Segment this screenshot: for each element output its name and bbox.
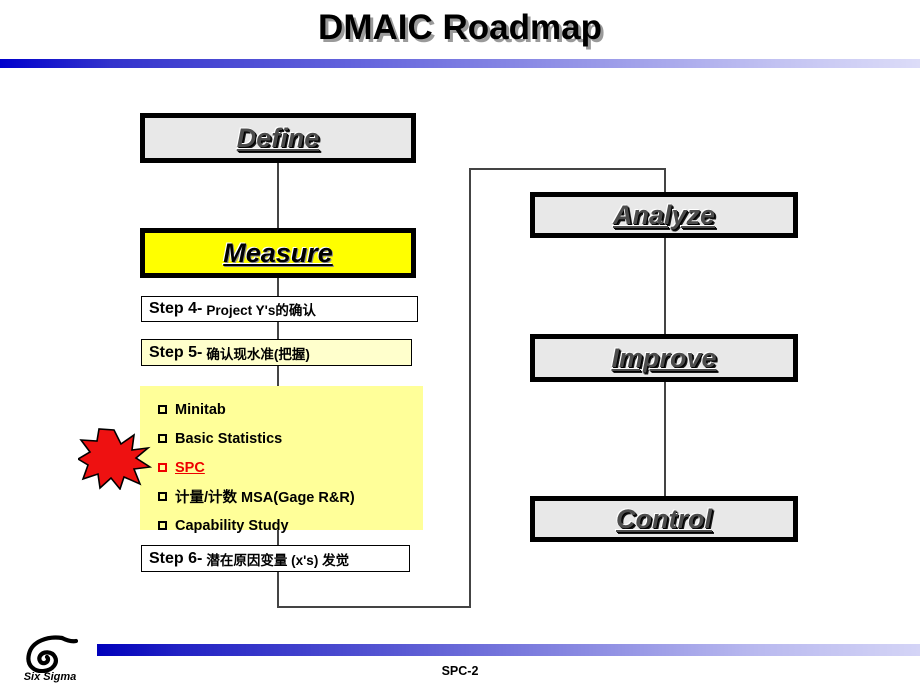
- phase-box-measure[interactable]: Measure: [140, 228, 416, 278]
- topic-label: Minitab: [175, 401, 226, 418]
- phase-label-improve: Improve: [611, 342, 717, 373]
- list-item[interactable]: Basic Statistics: [158, 425, 423, 452]
- list-item[interactable]: 计量/计数 MSA(Gage R&R): [158, 483, 423, 510]
- page-number-label: SPC-2: [441, 664, 479, 678]
- starburst-icon: [78, 428, 152, 490]
- step5-text: 确认现水准(把握): [206, 346, 310, 362]
- connector-step5-to-topics: [277, 366, 279, 386]
- connector-top-horizontal: [469, 168, 666, 170]
- step4-number: Step 4-: [149, 300, 203, 317]
- dmaic-roadmap-diagram: Define Measure Analyze Improve Control S…: [0, 0, 920, 690]
- topic-label: Basic Statistics: [175, 430, 283, 447]
- list-item[interactable]: Capability Study: [158, 512, 423, 539]
- connector-step6-down: [277, 572, 279, 608]
- step-box-step4[interactable]: Step 4- Project Y's的确认: [141, 296, 418, 322]
- connector-measure-to-step4: [277, 278, 279, 296]
- connector-step4-to-step5: [277, 322, 279, 339]
- step6-text: 潜在原因变量 (x's) 发觉: [206, 552, 350, 568]
- checkbox-square-icon: [158, 405, 167, 414]
- checkbox-square-icon: [158, 521, 167, 530]
- step5-number: Step 5-: [149, 343, 203, 361]
- checkbox-square-icon: [158, 463, 167, 472]
- connector-right-riser: [469, 168, 471, 608]
- connector-improve-to-control: [664, 382, 666, 496]
- topic-label: 计量/计数 MSA(Gage R&R): [175, 490, 355, 506]
- checkbox-square-icon: [158, 492, 167, 501]
- phase-label-define: Define: [236, 122, 320, 153]
- list-item-spc[interactable]: SPC: [158, 454, 423, 481]
- phase-box-analyze[interactable]: Analyze: [530, 192, 798, 238]
- phase-box-define[interactable]: Define: [140, 113, 416, 163]
- phase-box-control[interactable]: Control: [530, 496, 798, 542]
- phase-box-improve[interactable]: Improve: [530, 334, 798, 382]
- connector-analyze-to-improve: [664, 238, 666, 334]
- topics-panel: Minitab Basic Statistics SPC 计量/计数 MSA(G…: [140, 386, 423, 534]
- step6-number: Step 6-: [149, 549, 203, 567]
- connector-into-analyze: [664, 168, 666, 192]
- topic-label-spc: SPC: [175, 459, 205, 476]
- phase-label-control: Control: [616, 503, 712, 534]
- list-item[interactable]: Minitab: [158, 396, 423, 423]
- step4-text: Project Y's的确认: [206, 303, 316, 318]
- footer-divider: [97, 644, 920, 656]
- six-sigma-logo: Six Sigma: [6, 635, 94, 687]
- step-box-step5[interactable]: Step 5- 确认现水准(把握): [141, 339, 412, 366]
- connector-bottom-horizontal: [277, 606, 471, 608]
- phase-label-measure: Measure: [223, 237, 333, 268]
- phase-label-analyze: Analyze: [612, 199, 716, 230]
- connector-define-to-measure: [277, 163, 279, 228]
- step-box-step6[interactable]: Step 6- 潜在原因变量 (x's) 发觉: [141, 545, 410, 572]
- checkbox-square-icon: [158, 434, 167, 443]
- topic-label: Capability Study: [175, 517, 289, 534]
